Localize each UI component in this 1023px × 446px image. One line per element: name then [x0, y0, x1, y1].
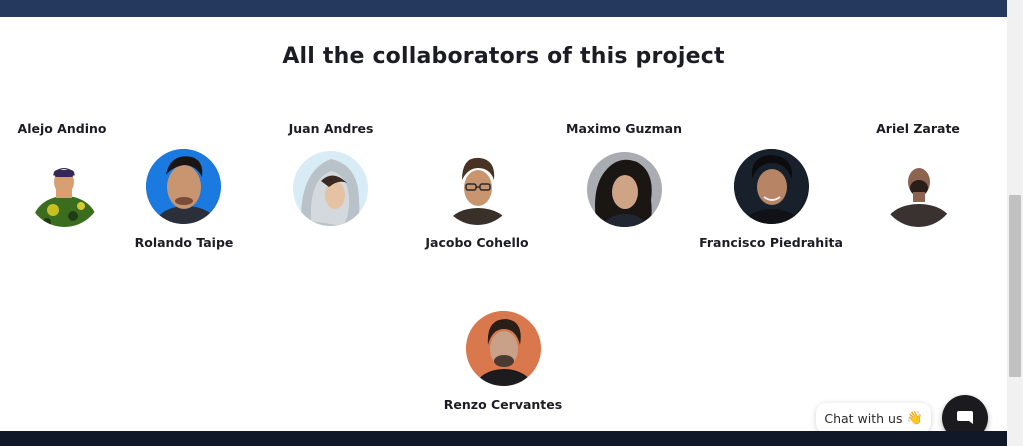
collaborator-avatar[interactable]: [293, 151, 368, 226]
chat-label-text: Chat with us: [824, 410, 903, 426]
section-title: All the collaborators of this project: [282, 44, 725, 69]
footer-bar: [0, 431, 1007, 446]
collaborator-name: Ariel Zarate: [876, 121, 960, 136]
collaborator-name: Renzo Cervantes: [443, 397, 563, 412]
collaborator-name: Rolando Taipe: [134, 235, 234, 250]
collaborator-name: Maximo Guzman: [566, 121, 682, 136]
collaborator-avatar[interactable]: [146, 149, 221, 224]
wave-emoji-icon: 👋: [906, 410, 923, 426]
collaborator-avatar[interactable]: [27, 152, 102, 227]
chat-with-us-label[interactable]: Chat with us 👋: [816, 403, 931, 433]
scrollbar-thumb[interactable]: [1009, 195, 1021, 377]
chat-bubble-icon: [957, 411, 973, 424]
collaborator-name: Francisco Piedrahita: [699, 235, 843, 250]
header-bar: [0, 0, 1007, 17]
collaborator-avatar[interactable]: [881, 152, 956, 227]
collaborator-name: Juan Andres: [288, 121, 374, 136]
collaborator-avatar[interactable]: [587, 152, 662, 227]
collaborator-avatar[interactable]: [734, 149, 809, 224]
collaborator-avatar[interactable]: [466, 311, 541, 386]
collaborator-avatar[interactable]: [440, 150, 515, 225]
collaborator-name: Jacobo Cohello: [425, 235, 529, 250]
collaborator-name: Alejo Andino: [17, 121, 107, 136]
